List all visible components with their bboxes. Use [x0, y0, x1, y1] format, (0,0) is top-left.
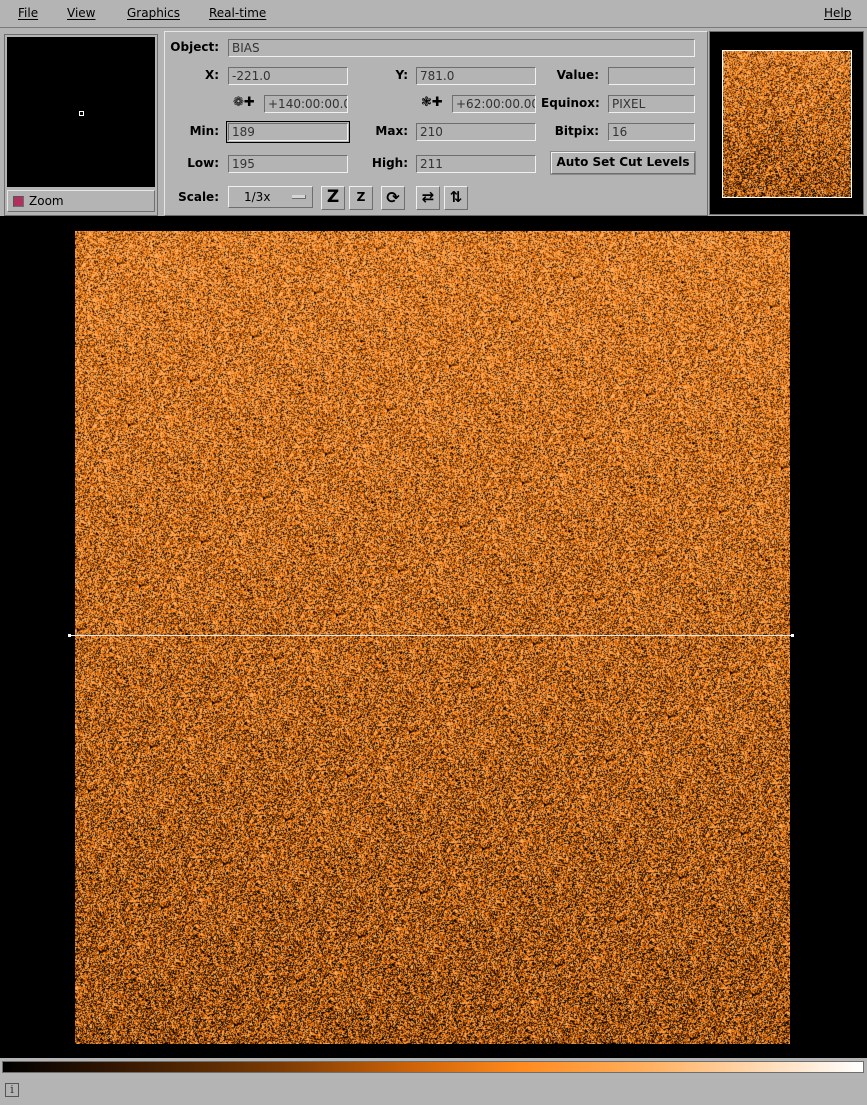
auto-set-cut-levels-button[interactable]: Auto Set Cut Levels — [551, 152, 695, 174]
menu-help[interactable]: Help — [824, 6, 851, 20]
menu-realtime[interactable]: Real-time — [209, 6, 266, 20]
zoom-out-icon: Z — [356, 190, 366, 204]
zoom-window: Zoom — [4, 34, 158, 216]
cut-line[interactable] — [69, 635, 793, 636]
flip-x-icon: ⇄ — [421, 188, 435, 206]
bitpix-field[interactable]: 16 — [608, 123, 695, 141]
control-panel: Zoom Object: BIAS X: -221.0 Y: 781.0 Val… — [0, 28, 867, 216]
equinox-field[interactable]: PIXEL — [608, 95, 695, 113]
scale-value: 1/3x — [244, 190, 271, 204]
equinox-label: Equinox: — [541, 96, 600, 110]
zoom-checkbox[interactable] — [13, 196, 24, 207]
info-icon[interactable]: i — [5, 1083, 19, 1097]
low-cut-field[interactable]: 195 — [228, 155, 348, 173]
ra-icon: ❁✚ — [233, 95, 255, 110]
menu-graphics[interactable]: Graphics — [127, 6, 180, 20]
image-display-area[interactable] — [0, 216, 867, 1058]
object-field[interactable]: BIAS — [228, 39, 695, 57]
menu-file[interactable]: File — [18, 6, 38, 20]
zoom-cursor-marker — [79, 111, 84, 116]
min-label: Min: — [189, 124, 219, 138]
zoom-in-button[interactable]: Z — [321, 186, 345, 210]
flip-y-button[interactable]: ⇅ — [444, 186, 468, 210]
menu-bar: File View Graphics Real-time Help — [0, 0, 867, 28]
object-label: Object: — [170, 40, 219, 54]
low-label: Low: — [187, 156, 219, 170]
y-field[interactable]: 781.0 — [416, 67, 536, 85]
menu-view[interactable]: View — [67, 6, 95, 20]
zoom-out-button[interactable]: Z — [349, 186, 373, 210]
y-label: Y: — [395, 68, 408, 82]
flip-y-icon: ⇅ — [449, 188, 463, 206]
colorbar-area — [0, 1058, 867, 1078]
scale-select[interactable]: 1/3x — [228, 186, 313, 208]
high-label: High: — [371, 156, 408, 170]
bias-image-canvas — [75, 231, 790, 1044]
min-field[interactable]: 189 — [226, 121, 350, 143]
image-frame[interactable] — [75, 231, 790, 1044]
x-field[interactable]: -221.0 — [228, 67, 348, 85]
value-label: Value: — [556, 68, 599, 82]
max-label: Max: — [375, 124, 408, 138]
image-info-panel: Object: BIAS X: -221.0 Y: 781.0 Value: ❁… — [164, 31, 708, 216]
cut-line-handle-right[interactable] — [791, 634, 794, 637]
scale-dropdown-indicator — [292, 195, 306, 199]
pan-thumbnail-canvas — [723, 51, 851, 197]
ra-field[interactable]: +140:00:00.00 — [264, 95, 348, 113]
zoom-canvas[interactable] — [7, 37, 155, 187]
high-cut-field[interactable]: 211 — [416, 155, 536, 173]
rotate-button[interactable]: ⟳ — [381, 186, 405, 210]
cut-line-handle-left[interactable] — [68, 634, 71, 637]
zoom-label: Zoom — [29, 194, 64, 208]
zoom-toggle[interactable]: Zoom — [7, 190, 155, 212]
dec-field[interactable]: +62:00:00.00 — [452, 95, 536, 113]
scale-label: Scale: — [178, 190, 219, 204]
flip-x-button[interactable]: ⇄ — [416, 186, 440, 210]
x-label: X: — [204, 68, 219, 82]
max-field[interactable]: 210 — [416, 123, 536, 141]
value-field[interactable] — [608, 67, 695, 85]
pan-thumbnail[interactable] — [722, 50, 852, 198]
rotate-icon: ⟳ — [386, 188, 400, 207]
zoom-in-icon: Z — [326, 187, 340, 207]
colorbar[interactable] — [2, 1061, 864, 1073]
dec-icon: ❃✚ — [421, 95, 443, 110]
bitpix-label: Bitpix: — [554, 124, 599, 138]
pan-window[interactable] — [709, 31, 864, 215]
status-bar: i — [0, 1078, 867, 1105]
